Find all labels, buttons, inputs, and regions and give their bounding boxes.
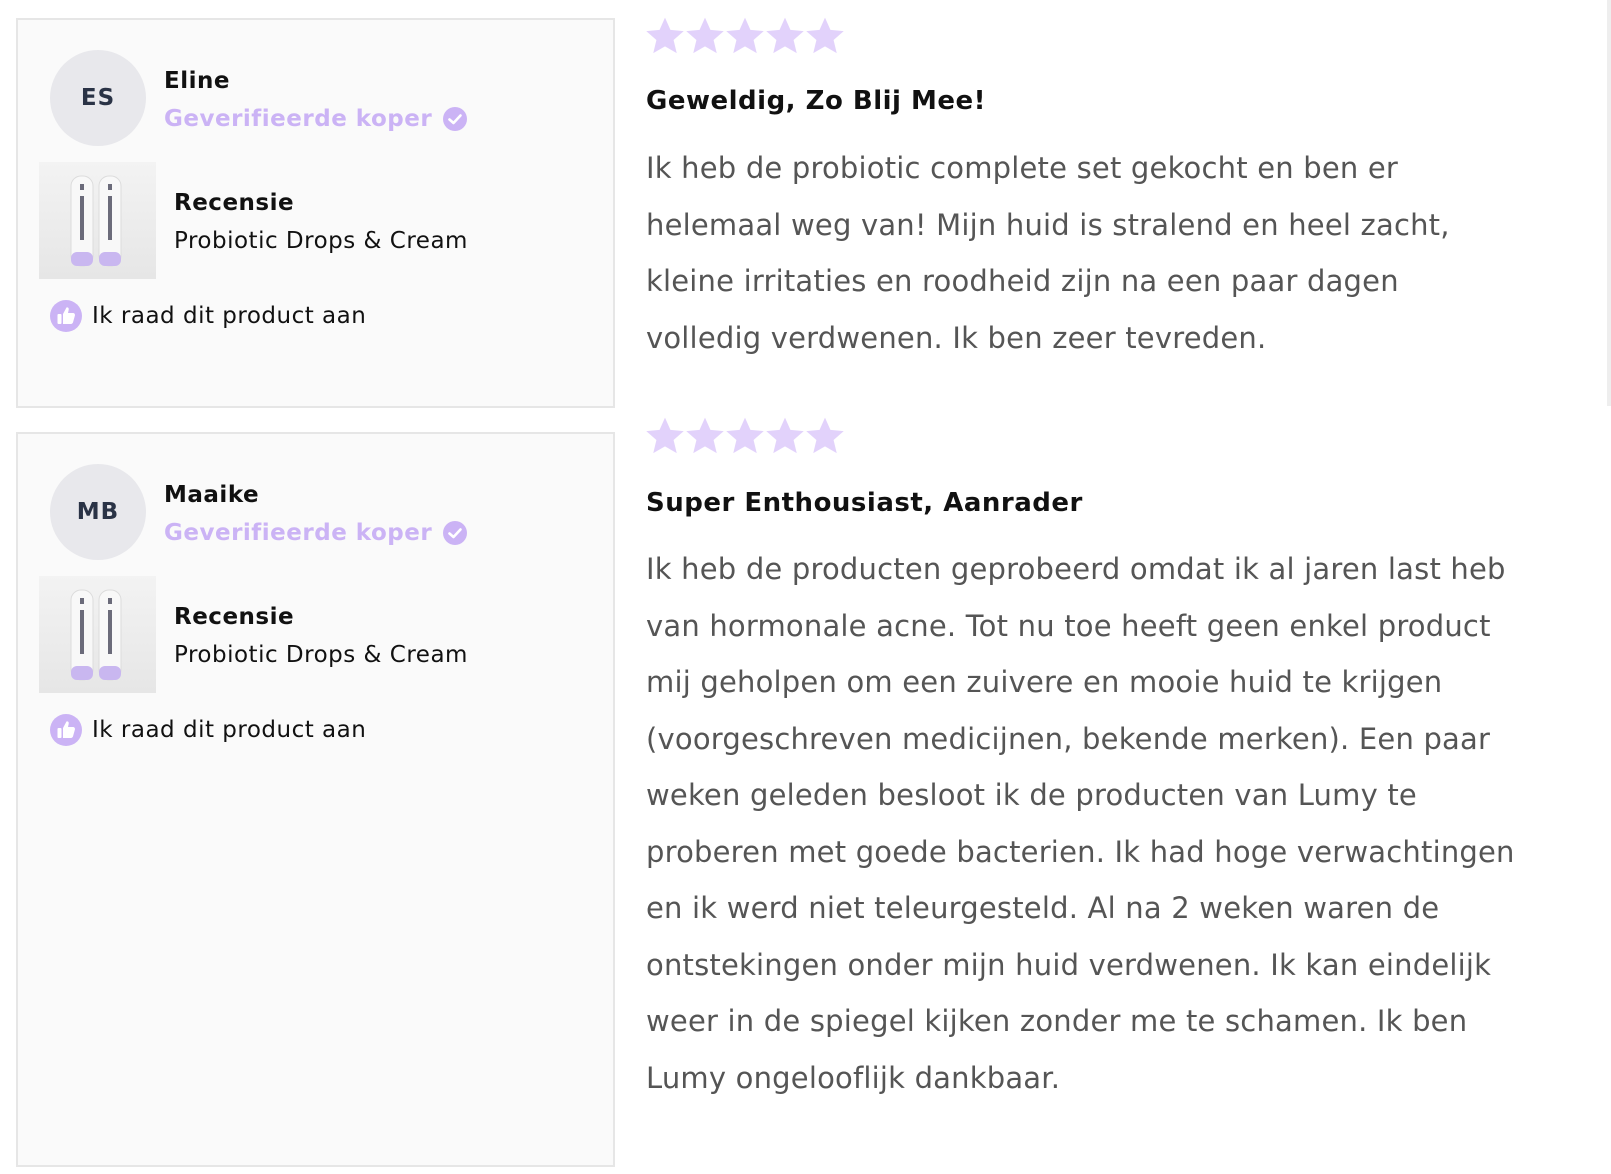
- verified-buyer-label: Geverifieerde koper: [164, 106, 433, 132]
- review-body: Ik heb de producten geprobeerd omdat ik …: [646, 552, 1515, 1095]
- recommend-label: Ik raad dit product aan: [92, 717, 367, 743]
- review-title: Super Enthousiast, Aanrader: [646, 488, 1083, 518]
- scrollbar[interactable]: [1607, 0, 1611, 406]
- thumbs-up-icon: [50, 714, 82, 746]
- reviewer-card: MB Maaike Geverifieerde koper Recensie P…: [16, 432, 615, 1167]
- avatar: MB: [50, 464, 146, 560]
- thumbs-up-icon: [50, 300, 82, 332]
- star-icon: [766, 417, 804, 454]
- recommend-badge: Ik raad dit product aan: [50, 300, 366, 332]
- review-title: Geweldig, Zo Blij Mee!: [646, 86, 986, 116]
- verified-buyer-badge: Geverifieerde koper: [164, 106, 468, 132]
- recommend-label: Ik raad dit product aan: [92, 303, 367, 329]
- star-rating: [644, 15, 844, 57]
- star-rating: [644, 415, 844, 457]
- star-icon: [766, 17, 804, 54]
- verified-buyer-label: Geverifieerde koper: [164, 520, 433, 546]
- verified-buyer-badge: Geverifieerde koper: [164, 520, 468, 546]
- star-icon: [806, 417, 844, 454]
- star-icon: [646, 417, 684, 454]
- star-icon: [686, 417, 724, 454]
- star-icon: [726, 417, 764, 454]
- recensie-label: Recensie: [174, 190, 295, 216]
- product-name: Probiotic Drops & Cream: [174, 642, 468, 668]
- check-circle-icon: [443, 521, 468, 545]
- review-item: ES Eline Geverifieerde koper Recensie Pr…: [0, 0, 1611, 412]
- product-image: [39, 162, 156, 279]
- star-icon: [646, 17, 684, 54]
- reviewer-name: Maaike: [164, 482, 260, 508]
- product-name: Probiotic Drops & Cream: [174, 228, 468, 254]
- avatar: ES: [50, 50, 146, 146]
- review-item: MB Maaike Geverifieerde koper Recensie P…: [0, 412, 1611, 1174]
- product-image: [39, 576, 156, 693]
- recommend-badge: Ik raad dit product aan: [50, 714, 366, 746]
- review-body: Ik heb de probiotic complete set gekocht…: [646, 151, 1450, 355]
- star-icon: [726, 17, 764, 54]
- reviewer-name: Eline: [164, 68, 230, 94]
- star-icon: [806, 17, 844, 54]
- star-icon: [686, 17, 724, 54]
- check-circle-icon: [443, 107, 468, 131]
- recensie-label: Recensie: [174, 604, 295, 630]
- reviewer-card: ES Eline Geverifieerde koper Recensie Pr…: [16, 18, 615, 408]
